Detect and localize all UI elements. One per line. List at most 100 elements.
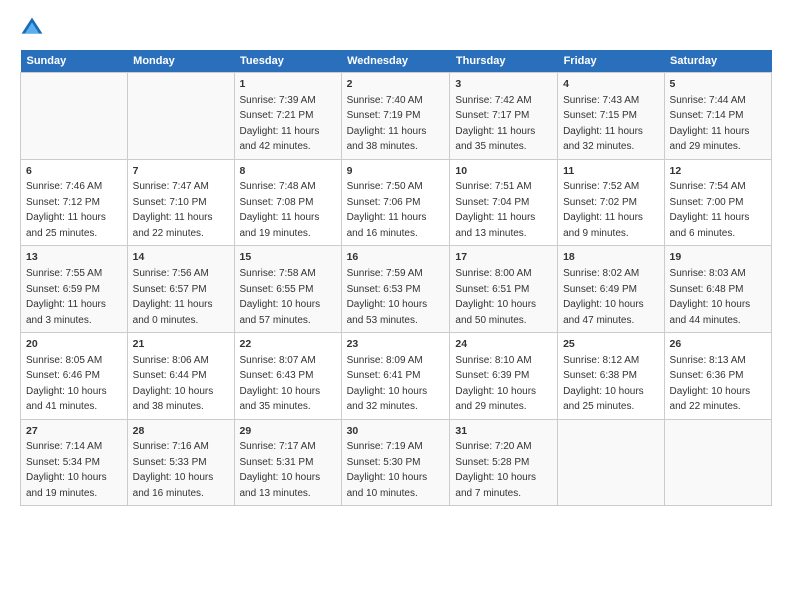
day-number: 9 [347,164,445,179]
day-number: 19 [670,250,766,265]
day-number: 1 [240,77,336,92]
day-number: 4 [563,77,658,92]
day-number: 17 [455,250,552,265]
calendar-cell: 1 Sunrise: 7:39 AMSunset: 7:21 PMDaylight… [234,73,341,160]
col-header-saturday: Saturday [664,50,771,73]
day-number: 21 [133,337,229,352]
cell-info: Sunrise: 8:10 AMSunset: 6:39 PMDaylight:… [455,355,536,413]
day-number: 29 [240,424,336,439]
cell-info: Sunrise: 7:19 AMSunset: 5:30 PMDaylight:… [347,441,428,499]
day-number: 31 [455,424,552,439]
day-number: 28 [133,424,229,439]
calendar-cell [558,419,664,506]
week-row-1: 1 Sunrise: 7:39 AMSunset: 7:21 PMDaylight… [21,73,772,160]
day-number: 7 [133,164,229,179]
day-number: 15 [240,250,336,265]
cell-info: Sunrise: 8:12 AMSunset: 6:38 PMDaylight:… [563,355,644,413]
week-row-5: 27Sunrise: 7:14 AMSunset: 5:34 PMDayligh… [21,419,772,506]
col-header-thursday: Thursday [450,50,558,73]
calendar-cell: 12 Sunrise: 7:54 AMSunset: 7:00 PMDayligh… [664,159,771,246]
day-number: 26 [670,337,766,352]
cell-info: Sunrise: 8:06 AMSunset: 6:44 PMDaylight:… [133,355,214,413]
col-header-wednesday: Wednesday [341,50,450,73]
page-header [20,16,772,40]
day-number: 6 [26,164,122,179]
header-row: SundayMondayTuesdayWednesdayThursdayFrid… [21,50,772,73]
cell-info: Sunrise: 7:47 AMSunset: 7:10 PMDaylight:… [133,181,213,239]
day-number: 24 [455,337,552,352]
day-number: 23 [347,337,445,352]
day-number: 18 [563,250,658,265]
calendar-cell: 9 Sunrise: 7:50 AMSunset: 7:06 PMDaylight… [341,159,450,246]
cell-info: Sunrise: 7:39 AMSunset: 7:21 PMDaylight:… [240,95,320,153]
cell-info: Sunrise: 8:07 AMSunset: 6:43 PMDaylight:… [240,355,321,413]
calendar-cell [21,73,128,160]
cell-info: Sunrise: 7:59 AMSunset: 6:53 PMDaylight:… [347,268,428,326]
day-number: 12 [670,164,766,179]
calendar-cell: 19 Sunrise: 8:03 AMSunset: 6:48 PMDayligh… [664,246,771,333]
day-number: 30 [347,424,445,439]
calendar-cell: 14 Sunrise: 7:56 AMSunset: 6:57 PMDayligh… [127,246,234,333]
calendar-cell: 10 Sunrise: 7:51 AMSunset: 7:04 PMDayligh… [450,159,558,246]
cell-info: Sunrise: 7:20 AMSunset: 5:28 PMDaylight:… [455,441,536,499]
cell-info: Sunrise: 8:00 AMSunset: 6:51 PMDaylight:… [455,268,536,326]
logo [20,16,48,40]
calendar-cell: 7 Sunrise: 7:47 AMSunset: 7:10 PMDaylight… [127,159,234,246]
calendar-cell: 15 Sunrise: 7:58 AMSunset: 6:55 PMDayligh… [234,246,341,333]
week-row-4: 20 Sunrise: 8:05 AMSunset: 6:46 PMDayligh… [21,333,772,420]
week-row-2: 6Sunrise: 7:46 AMSunset: 7:12 PMDaylight… [21,159,772,246]
cell-info: Sunrise: 7:43 AMSunset: 7:15 PMDaylight:… [563,95,643,153]
calendar-cell: 27Sunrise: 7:14 AMSunset: 5:34 PMDayligh… [21,419,128,506]
calendar-cell: 2 Sunrise: 7:40 AMSunset: 7:19 PMDaylight… [341,73,450,160]
day-number: 16 [347,250,445,265]
calendar-cell: 21 Sunrise: 8:06 AMSunset: 6:44 PMDayligh… [127,333,234,420]
cell-info: Sunrise: 7:56 AMSunset: 6:57 PMDaylight:… [133,268,213,326]
cell-info: Sunrise: 8:03 AMSunset: 6:48 PMDaylight:… [670,268,751,326]
cell-info: Sunrise: 8:13 AMSunset: 6:36 PMDaylight:… [670,355,751,413]
cell-info: Sunrise: 8:05 AMSunset: 6:46 PMDaylight:… [26,355,107,413]
calendar-cell: 22Sunrise: 8:07 AMSunset: 6:43 PMDayligh… [234,333,341,420]
calendar-cell: 16 Sunrise: 7:59 AMSunset: 6:53 PMDayligh… [341,246,450,333]
cell-info: Sunrise: 8:02 AMSunset: 6:49 PMDaylight:… [563,268,644,326]
calendar-cell: 29 Sunrise: 7:17 AMSunset: 5:31 PMDayligh… [234,419,341,506]
calendar-cell: 28Sunrise: 7:16 AMSunset: 5:33 PMDayligh… [127,419,234,506]
col-header-tuesday: Tuesday [234,50,341,73]
day-number: 11 [563,164,658,179]
week-row-3: 13 Sunrise: 7:55 AMSunset: 6:59 PMDayligh… [21,246,772,333]
calendar-cell: 26 Sunrise: 8:13 AMSunset: 6:36 PMDayligh… [664,333,771,420]
day-number: 20 [26,337,122,352]
calendar-cell: 31 Sunrise: 7:20 AMSunset: 5:28 PMDayligh… [450,419,558,506]
cell-info: Sunrise: 7:52 AMSunset: 7:02 PMDaylight:… [563,181,643,239]
cell-info: Sunrise: 7:50 AMSunset: 7:06 PMDaylight:… [347,181,427,239]
day-number: 13 [26,250,122,265]
calendar-cell: 17 Sunrise: 8:00 AMSunset: 6:51 PMDayligh… [450,246,558,333]
cell-info: Sunrise: 7:17 AMSunset: 5:31 PMDaylight:… [240,441,321,499]
cell-info: Sunrise: 7:55 AMSunset: 6:59 PMDaylight:… [26,268,106,326]
calendar-cell: 5 Sunrise: 7:44 AMSunset: 7:14 PMDaylight… [664,73,771,160]
cell-info: Sunrise: 7:54 AMSunset: 7:00 PMDaylight:… [670,181,750,239]
day-number: 3 [455,77,552,92]
col-header-monday: Monday [127,50,234,73]
cell-info: Sunrise: 7:44 AMSunset: 7:14 PMDaylight:… [670,95,750,153]
calendar-cell [664,419,771,506]
calendar-cell: 6Sunrise: 7:46 AMSunset: 7:12 PMDaylight… [21,159,128,246]
cell-info: Sunrise: 7:51 AMSunset: 7:04 PMDaylight:… [455,181,535,239]
day-number: 5 [670,77,766,92]
cell-info: Sunrise: 7:14 AMSunset: 5:34 PMDaylight:… [26,441,107,499]
day-number: 14 [133,250,229,265]
day-number: 10 [455,164,552,179]
calendar-cell: 24 Sunrise: 8:10 AMSunset: 6:39 PMDayligh… [450,333,558,420]
logo-icon [20,16,44,40]
day-number: 8 [240,164,336,179]
cell-info: Sunrise: 7:40 AMSunset: 7:19 PMDaylight:… [347,95,427,153]
calendar-cell: 18 Sunrise: 8:02 AMSunset: 6:49 PMDayligh… [558,246,664,333]
day-number: 2 [347,77,445,92]
cell-info: Sunrise: 7:42 AMSunset: 7:17 PMDaylight:… [455,95,535,153]
calendar-cell: 23Sunrise: 8:09 AMSunset: 6:41 PMDayligh… [341,333,450,420]
cell-info: Sunrise: 7:58 AMSunset: 6:55 PMDaylight:… [240,268,321,326]
calendar-cell: 30 Sunrise: 7:19 AMSunset: 5:30 PMDayligh… [341,419,450,506]
calendar-cell: 8Sunrise: 7:48 AMSunset: 7:08 PMDaylight… [234,159,341,246]
col-header-friday: Friday [558,50,664,73]
col-header-sunday: Sunday [21,50,128,73]
calendar-cell: 20 Sunrise: 8:05 AMSunset: 6:46 PMDayligh… [21,333,128,420]
